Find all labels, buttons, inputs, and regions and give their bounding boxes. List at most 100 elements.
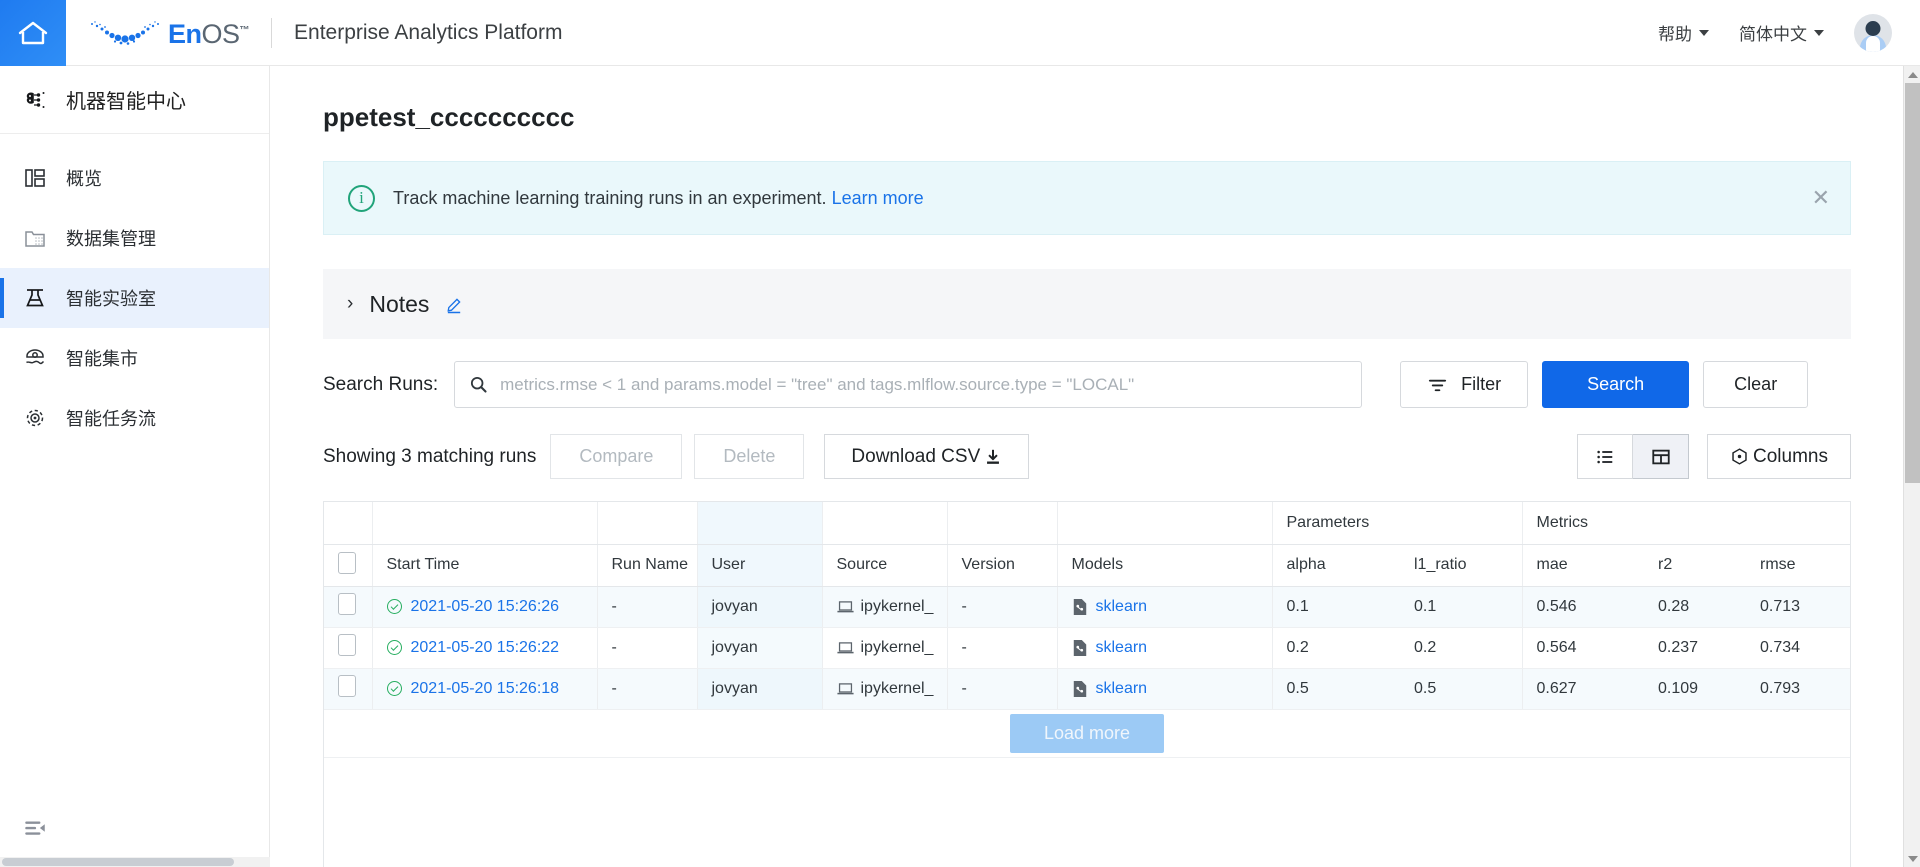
l1-ratio-cell: 0.1 [1400,586,1522,628]
version-cell: - [946,627,1057,669]
row-checkbox[interactable] [338,634,356,656]
runs-table-body: 2021-05-20 15:26:26 - jovyan ipykernel_ … [324,586,1850,758]
l1-ratio-cell: 0.5 [1400,668,1522,710]
pencil-edit-icon [447,297,461,313]
table-row[interactable]: 2021-05-20 15:26:18 - jovyan ipykernel_ … [324,668,1850,710]
grid-view-button[interactable] [1633,434,1690,479]
model-link[interactable]: sklearn [1096,598,1148,616]
enos-logo: EnOS™ [88,16,250,50]
search-button[interactable]: Search [1542,361,1690,408]
mae-cell: 0.546 [1521,586,1644,628]
scroll-down-button[interactable] [1904,850,1920,867]
column-header-r2[interactable]: r2 [1644,544,1746,587]
triangle-down-icon [1907,855,1918,862]
row-checkbox[interactable] [338,593,356,615]
sidebar-horizontal-scrollbar[interactable] [0,857,270,867]
collapse-sidebar-button[interactable] [0,789,269,867]
vertical-scrollbar[interactable] [1903,66,1920,867]
user-cell: jovyan [696,627,822,669]
sidebar: 机器智能中心 概览 数据集管理 智能实验室 智能集市 智能任务流 [0,66,270,867]
select-all-header[interactable] [324,544,372,587]
column-header-models[interactable]: Models [1056,544,1272,587]
column-header-mae[interactable]: mae [1521,544,1644,587]
collapse-sidebar-icon [25,821,45,835]
row-select-cell[interactable] [324,586,372,628]
start-time-link[interactable]: 2021-05-20 15:26:18 [411,680,560,698]
search-input[interactable] [500,374,1348,395]
flask-icon [22,285,48,311]
run-name-cell: - [596,668,697,710]
triangle-up-icon [1907,71,1918,78]
search-box[interactable] [454,361,1363,408]
notes-label: Notes [369,290,430,317]
model-link[interactable]: sklearn [1096,639,1148,657]
sidebar-item-label: 数据集管理 [66,229,156,249]
column-header-rmse[interactable]: rmse [1746,544,1850,587]
download-csv-button[interactable]: Download CSV [824,434,1030,479]
column-header-start-time[interactable]: Start Time [371,544,597,587]
market-icon [22,345,48,371]
column-header-l1-ratio[interactable]: l1_ratio [1400,544,1522,587]
compare-button[interactable]: Compare [550,434,683,479]
column-header-user[interactable]: User [696,544,822,587]
source-label: ipykernel_ [860,597,934,615]
page-title: ppetest_cccccccccc [323,102,575,132]
columns-gear-icon [1732,448,1747,465]
list-view-button[interactable] [1577,434,1634,479]
source-label: ipykernel_ [860,679,934,697]
close-icon[interactable]: ✕ [1812,187,1830,209]
models-cell: sklearn [1056,668,1272,710]
edit-notes-button[interactable] [445,295,464,314]
column-header-alpha[interactable]: alpha [1271,544,1400,587]
sidebar-item-workflow[interactable]: 智能任务流 [0,388,269,448]
sidebar-item-overview[interactable]: 概览 [0,148,269,208]
model-link[interactable]: sklearn [1096,680,1148,698]
language-menu[interactable]: 简体中文 [1739,20,1824,45]
info-banner-message: Track machine learning training runs in … [393,187,827,208]
start-time-link[interactable]: 2021-05-20 15:26:26 [411,598,560,616]
group-blank-7 [1056,502,1272,545]
column-header-version[interactable]: Version [946,544,1057,587]
group-header-metrics: Metrics [1521,502,1644,545]
r2-cell: 0.237 [1644,627,1746,669]
models-cell: sklearn [1056,627,1272,669]
sidebar-item-intelligent-lab[interactable]: 智能实验室 [0,268,269,328]
rmse-cell: 0.793 [1746,668,1850,710]
table-row[interactable]: 2021-05-20 15:26:26 - jovyan ipykernel_ … [324,586,1850,628]
help-menu[interactable]: 帮助 [1658,20,1709,45]
model-file-icon [1073,639,1086,656]
app-title: Enterprise Analytics Platform [294,20,563,44]
load-more-button[interactable]: Load more [1009,713,1165,753]
table-header-row: Start Time Run Name User Source Version … [324,544,1850,587]
logo-os: OS [201,18,241,49]
group-blank-8 [1400,502,1522,545]
app-header: EnOS™ Enterprise Analytics Platform 帮助 简… [0,0,1920,66]
user-cell: jovyan [696,586,822,628]
start-time-link[interactable]: 2021-05-20 15:26:22 [411,639,560,657]
enos-swoosh-icon [91,20,159,45]
avatar-neck [1866,35,1880,52]
search-runs-label: Search Runs: [323,373,439,395]
learn-more-link[interactable]: Learn more [832,188,924,208]
column-header-run-name[interactable]: Run Name [596,544,697,587]
vertical-scroll-thumb[interactable] [1905,83,1920,483]
row-select-cell[interactable] [324,627,372,669]
select-all-checkbox[interactable] [338,551,356,574]
notes-section[interactable]: › Notes [323,269,1851,339]
row-select-cell[interactable] [324,668,372,710]
sidebar-item-marketplace[interactable]: 智能集市 [0,328,269,388]
home-button[interactable] [0,0,66,66]
column-header-source[interactable]: Source [821,544,947,587]
columns-button[interactable]: Columns [1707,434,1851,479]
avatar[interactable] [1854,13,1892,52]
main-content: ppetest_cccccccccc i Track machine learn… [271,66,1903,867]
row-checkbox[interactable] [338,675,356,697]
filter-button[interactable]: Filter [1400,361,1529,408]
table-row[interactable]: 2021-05-20 15:26:22 - jovyan ipykernel_ … [324,627,1850,669]
delete-button[interactable]: Delete [694,434,805,479]
group-blank-2 [371,502,597,545]
sidebar-item-dataset-management[interactable]: 数据集管理 [0,208,269,268]
horizontal-scroll-thumb[interactable] [2,858,234,866]
clear-button[interactable]: Clear [1703,361,1809,408]
scroll-up-button[interactable] [1904,66,1920,83]
